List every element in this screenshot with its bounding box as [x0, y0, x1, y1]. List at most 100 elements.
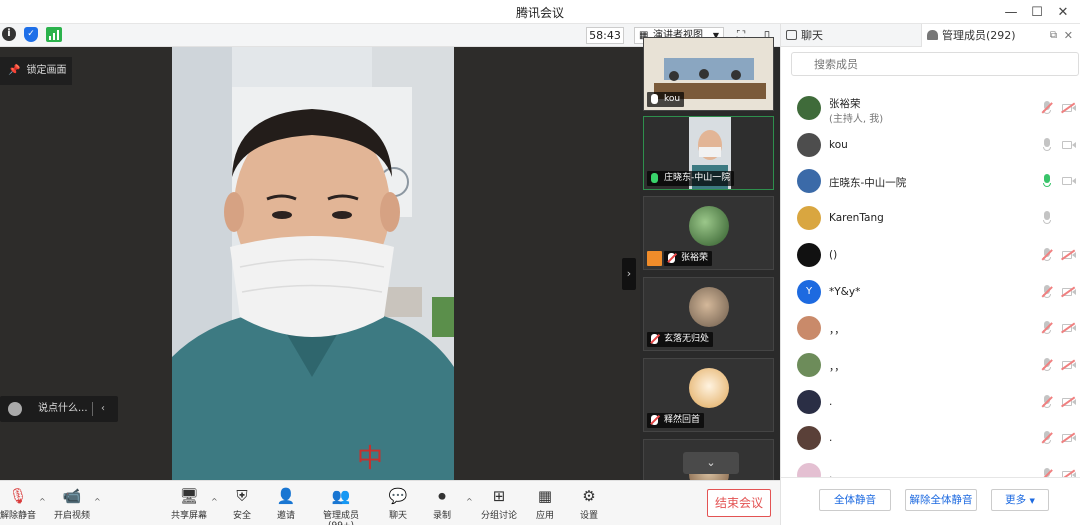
- member-row[interactable]: ，，: [781, 310, 1080, 346]
- window-title: 腾讯会议: [515, 6, 564, 20]
- member-role: (主持人, 我): [829, 114, 884, 125]
- pinned-label: 锁定画面: [26, 65, 67, 76]
- meeting-window: 腾讯会议 — ☐ ✕ i ✓ 58:43 演讲者视图▼ ⛶ ▯ 📌锁定画面: [0, 0, 1080, 525]
- gear-icon: ⚙: [582, 487, 596, 505]
- search-input[interactable]: [791, 52, 1079, 76]
- member-name: KarenTang: [829, 212, 884, 225]
- chevron-up-icon[interactable]: ^: [211, 497, 218, 506]
- camera-off-icon[interactable]: [1062, 434, 1076, 443]
- members-panel: 聊天 管理成员(292) ⧉ ✕ ⌕ 张裕荣(主持人, 我)kou庄晓东-中山一…: [780, 24, 1080, 525]
- microphone-icon[interactable]: [1043, 211, 1051, 225]
- avatar: [689, 287, 729, 327]
- scroll-down-button[interactable]: ⌄: [683, 452, 739, 474]
- speaker-video-frame: 中: [172, 47, 454, 480]
- add-user-icon: 👤: [276, 487, 296, 505]
- camera-icon[interactable]: [1062, 140, 1076, 149]
- chat-quick-input[interactable]: 说点什么... ‹: [0, 396, 118, 422]
- chat-button[interactable]: 💬 聊天: [384, 487, 412, 521]
- member-name: .: [829, 432, 833, 445]
- camera-off-icon[interactable]: [1062, 104, 1076, 112]
- apps-button[interactable]: ▦ 应用: [531, 487, 559, 521]
- close-icon[interactable]: ✕: [1052, 2, 1074, 22]
- unmute-button[interactable]: 🎙 解除静音: [0, 487, 36, 521]
- tab-members-label: 管理成员(292): [942, 29, 1016, 42]
- manage-members-button[interactable]: 👥 管理成员(99+): [310, 487, 372, 525]
- camera-off-icon[interactable]: [1062, 287, 1076, 296]
- minimize-icon[interactable]: —: [1000, 2, 1022, 22]
- more-label: 更多: [1005, 494, 1027, 506]
- microphone-icon: [651, 94, 658, 104]
- member-row[interactable]: 庄晓东-中山一院: [781, 163, 1080, 199]
- thumbnail-name: 释然回首: [664, 415, 701, 425]
- member-row[interactable]: kou: [781, 127, 1080, 163]
- member-row[interactable]: Y *Y&y*: [781, 274, 1080, 310]
- record-label: 录制: [432, 511, 451, 521]
- thumbnail-tile[interactable]: 张裕荣: [643, 196, 774, 270]
- tab-members[interactable]: 管理成员(292) ⧉ ✕: [921, 24, 1080, 47]
- shield-icon[interactable]: ✓: [24, 27, 38, 42]
- start-video-button[interactable]: 📹 开启视频: [52, 487, 92, 521]
- tab-chat[interactable]: 聊天: [781, 24, 921, 47]
- maximize-icon[interactable]: ☐: [1026, 2, 1048, 22]
- avatar: [797, 426, 821, 451]
- microphone-muted-icon[interactable]: [1043, 431, 1051, 445]
- microphone-muted-icon[interactable]: [1043, 101, 1051, 114]
- breakout-button[interactable]: ⊞ 分组讨论: [478, 487, 520, 521]
- members-icon: 👥: [331, 487, 351, 505]
- end-meeting-button[interactable]: 结束会议: [707, 489, 771, 517]
- share-screen-label: 共享屏幕: [170, 511, 207, 521]
- chevron-up-icon[interactable]: ^: [39, 497, 46, 506]
- microphone-muted-icon[interactable]: [1043, 357, 1051, 371]
- invite-button[interactable]: 👤 邀请: [272, 487, 300, 521]
- microphone-muted-icon[interactable]: [1043, 284, 1051, 298]
- member-row[interactable]: .: [781, 420, 1080, 456]
- microphone-icon[interactable]: [1043, 174, 1051, 188]
- chevron-up-icon[interactable]: ^: [466, 497, 473, 506]
- avatar: [689, 368, 729, 408]
- security-button[interactable]: ⛨ 安全: [228, 487, 256, 521]
- signal-icon[interactable]: [46, 27, 62, 42]
- share-screen-button[interactable]: 🖥 共享屏幕: [168, 487, 210, 521]
- avatar: [797, 206, 821, 231]
- host-icon: [647, 251, 662, 266]
- member-row[interactable]: .: [781, 384, 1080, 420]
- microphone-muted-icon[interactable]: [1043, 394, 1051, 408]
- thumbnail-name: 庄晓东-中山一院: [664, 173, 731, 183]
- bottom-toolbar: 🎙 解除静音 ^ 📹 开启视频 ^ 🖥 共享屏幕 ^ ⛨ 安全 👤 邀请 👥 管理成员(99…: [0, 480, 780, 525]
- microphone-muted-icon[interactable]: [1043, 321, 1051, 335]
- member-name: kou: [829, 138, 848, 151]
- camera-off-icon[interactable]: [1062, 360, 1076, 369]
- member-row[interactable]: KarenTang: [781, 200, 1080, 236]
- camera-icon[interactable]: [1062, 177, 1076, 186]
- panel-footer: 全体静音 解除全体静音 更多 ▼: [781, 477, 1080, 525]
- unmute-all-button[interactable]: 解除全体静音: [905, 489, 977, 511]
- member-row[interactable]: 张裕荣 (主持人, 我): [781, 90, 1080, 126]
- info-icon[interactable]: i: [2, 27, 16, 41]
- thumbnail-tile[interactable]: 释然回首: [643, 358, 774, 432]
- member-name: (): [829, 248, 838, 261]
- member-row[interactable]: ，，: [781, 347, 1080, 383]
- thumbnail-tile[interactable]: kou: [643, 37, 774, 111]
- camera-off-icon[interactable]: [1062, 324, 1076, 333]
- microphone-muted-icon[interactable]: [1043, 247, 1051, 261]
- popout-icon[interactable]: ⧉: [1050, 24, 1057, 47]
- emoji-icon[interactable]: [8, 402, 22, 416]
- chevron-left-icon[interactable]: ‹: [101, 396, 105, 422]
- more-button[interactable]: 更多 ▼: [991, 489, 1049, 511]
- chat-icon: 💬: [388, 487, 408, 505]
- user-icon: [927, 30, 938, 40]
- camera-off-icon[interactable]: [1062, 250, 1076, 259]
- settings-button[interactable]: ⚙ 设置: [575, 487, 603, 521]
- thumbnail-tile[interactable]: 玄落无归处: [643, 277, 774, 351]
- microphone-icon[interactable]: [1043, 137, 1051, 151]
- chevron-up-icon[interactable]: ^: [94, 497, 101, 506]
- close-icon[interactable]: ✕: [1064, 24, 1073, 47]
- microphone-muted-icon: [668, 253, 675, 263]
- collapse-thumbnails-button[interactable]: ›: [622, 258, 636, 290]
- pinned-view-button[interactable]: 📌 锁定画面: [0, 57, 72, 85]
- record-button[interactable]: ⏺ 录制: [428, 487, 456, 521]
- thumbnail-tile[interactable]: 庄晓东-中山一院: [643, 116, 774, 190]
- member-row[interactable]: (): [781, 237, 1080, 273]
- mute-all-button[interactable]: 全体静音: [819, 489, 891, 511]
- camera-off-icon[interactable]: [1062, 397, 1076, 406]
